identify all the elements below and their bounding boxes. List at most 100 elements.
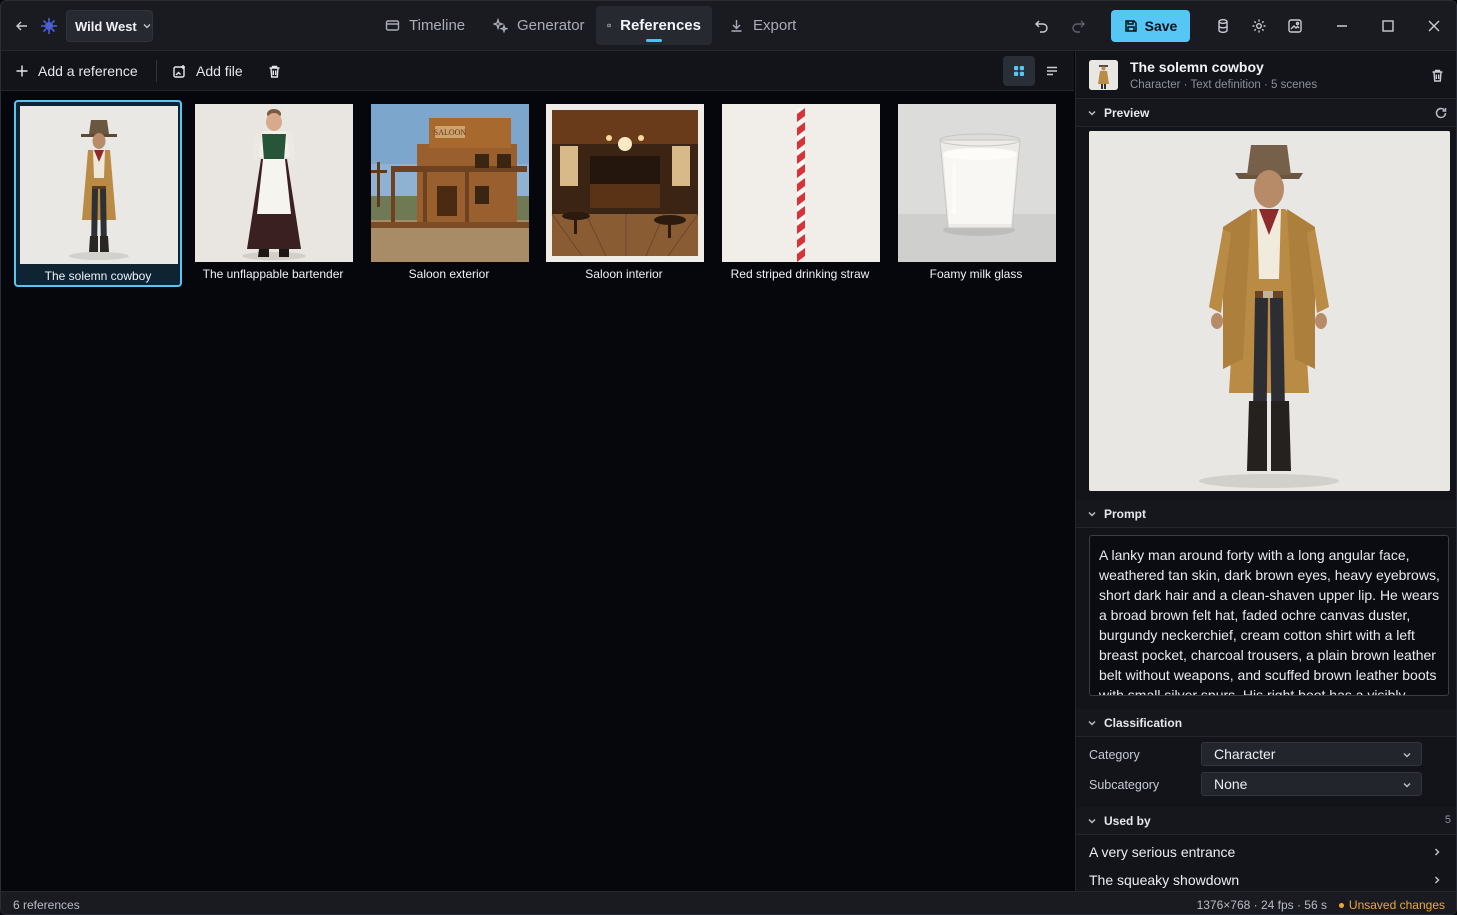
chevron-down-icon <box>1088 110 1096 116</box>
prompt-section-label: Prompt <box>1104 506 1146 521</box>
app-logo-icon <box>40 16 60 36</box>
reference-header: The solemn cowboy Character · Text defin… <box>1076 51 1456 99</box>
reference-card-label: Foamy milk glass <box>929 267 1023 281</box>
grid-view-button[interactable] <box>1003 56 1035 86</box>
reference-card-milk-glass[interactable]: Foamy milk glass <box>892 100 1060 287</box>
references-grid: The solemn cowboy The unflappable barten… <box>1 92 1074 891</box>
tab-export-label: Export <box>753 17 797 34</box>
timeline-icon <box>385 20 400 31</box>
chevron-down-icon <box>1088 818 1096 824</box>
title-bar: Wild West Timeline Generator References … <box>1 1 1456 51</box>
add-reference-label: Add a reference <box>38 63 138 79</box>
used-by-item-label: A very serious entrance <box>1089 844 1236 860</box>
reference-card-saloon-interior[interactable]: Saloon interior <box>540 100 708 287</box>
grid-icon <box>1014 66 1024 76</box>
save-button-label: Save <box>1144 18 1178 34</box>
references-toolbar: Add a reference Add file <box>1 51 1074 91</box>
add-image-icon <box>173 64 185 78</box>
unsaved-label: Unsaved changes <box>1348 898 1445 912</box>
tab-generator[interactable]: Generator <box>482 6 596 45</box>
chevron-right-icon <box>1434 848 1440 856</box>
used-by-item[interactable]: The squeaky showdown <box>1076 866 1456 894</box>
used-by-item[interactable]: A very serious entrance <box>1076 838 1456 866</box>
book-icon <box>607 23 611 28</box>
used-by-item-label: The squeaky showdown <box>1089 872 1240 888</box>
reference-card-label: Red striped drinking straw <box>730 267 870 281</box>
add-reference-button[interactable]: Add a reference <box>15 51 138 91</box>
subcategory-select[interactable]: None <box>1201 772 1422 796</box>
tab-references-label: References <box>620 17 701 34</box>
reference-card-label: Saloon exterior <box>408 267 490 281</box>
redo-icon[interactable] <box>1068 16 1088 36</box>
used-by-section-label: Used by <box>1104 813 1151 828</box>
chevron-down-icon <box>1403 782 1411 788</box>
saloon-exterior-thumbnail: SALOON <box>371 104 529 262</box>
category-select[interactable]: Character <box>1201 742 1422 766</box>
app-window: Wild West Timeline Generator References … <box>0 0 1457 915</box>
chevron-down-icon <box>1403 752 1411 758</box>
project-name: Wild West <box>75 18 137 34</box>
category-label: Category <box>1089 748 1140 762</box>
saloon-interior-thumbnail <box>546 104 704 262</box>
cowboy-thumbnail <box>20 106 178 264</box>
tab-timeline-label: Timeline <box>409 17 466 34</box>
prompt-section-header[interactable]: Prompt <box>1076 500 1456 528</box>
list-icon <box>1047 66 1057 76</box>
reference-title: The solemn cowboy <box>1130 59 1264 75</box>
subcategory-value: None <box>1214 776 1248 792</box>
maximize-icon[interactable] <box>1378 16 1398 36</box>
reference-card-label: The solemn cowboy <box>44 269 152 283</box>
save-button[interactable]: Save <box>1111 10 1190 42</box>
gear-icon[interactable] <box>1249 16 1269 36</box>
preview-section-label: Preview <box>1104 105 1150 120</box>
image-gallery-icon[interactable] <box>1285 16 1305 36</box>
trash-icon <box>269 65 280 78</box>
undo-icon[interactable] <box>1032 16 1052 36</box>
classification-section-label: Classification <box>1104 715 1183 730</box>
subcategory-label: Subcategory <box>1089 778 1160 792</box>
list-view-button[interactable] <box>1036 56 1068 86</box>
tab-export[interactable]: Export <box>718 6 807 45</box>
chevron-down-icon <box>1088 720 1096 726</box>
reference-preview-image <box>1089 131 1450 491</box>
reference-card-straw[interactable]: Red striped drinking straw <box>716 100 884 287</box>
reference-card-saloon-exterior[interactable]: SALOON Saloon exterior <box>365 100 533 287</box>
reference-count: 6 references <box>13 898 80 912</box>
bartender-thumbnail <box>195 104 353 262</box>
trash-icon[interactable] <box>1429 67 1446 84</box>
back-arrow-icon[interactable] <box>12 16 32 36</box>
toolbar-divider <box>156 60 157 82</box>
database-icon[interactable] <box>1213 16 1233 36</box>
reference-details-panel: The solemn cowboy Character · Text defin… <box>1075 51 1456 894</box>
minimize-icon[interactable] <box>1332 16 1352 36</box>
add-file-label: Add file <box>196 63 243 79</box>
unsaved-dot-icon <box>1338 902 1344 908</box>
tab-generator-label: Generator <box>517 17 585 34</box>
used-by-section-header[interactable]: Used by 5 <box>1076 807 1456 835</box>
download-icon <box>731 20 742 32</box>
refresh-icon[interactable] <box>1433 105 1449 121</box>
reference-avatar <box>1089 60 1118 90</box>
reference-card-label: The unflappable bartender <box>202 267 344 281</box>
active-tab-indicator <box>646 39 662 42</box>
milk-glass-thumbnail <box>898 104 1056 262</box>
svg-text:SALOON: SALOON <box>434 128 467 137</box>
tab-references[interactable]: References <box>596 6 712 45</box>
chevron-right-icon <box>1434 876 1440 884</box>
floppy-disk-icon <box>1124 20 1137 32</box>
reference-card-label: Saloon interior <box>585 267 663 281</box>
preview-section-header[interactable]: Preview <box>1076 99 1456 127</box>
reference-card-cowboy[interactable]: The solemn cowboy <box>14 100 182 287</box>
used-by-count: 5 <box>1444 814 1451 826</box>
tab-timeline[interactable]: Timeline <box>374 6 476 45</box>
classification-section-header[interactable]: Classification <box>1076 709 1456 737</box>
delete-button[interactable] <box>267 51 282 91</box>
straw-thumbnail <box>722 104 880 262</box>
chevron-down-icon <box>143 24 151 29</box>
prompt-textarea[interactable]: A lanky man around forty with a long ang… <box>1089 535 1449 696</box>
add-file-button[interactable]: Add file <box>172 51 243 91</box>
reference-card-bartender[interactable]: The unflappable bartender <box>189 100 357 287</box>
close-icon[interactable] <box>1424 16 1444 36</box>
project-selector[interactable]: Wild West <box>66 10 153 42</box>
chevron-down-icon <box>1088 511 1096 517</box>
